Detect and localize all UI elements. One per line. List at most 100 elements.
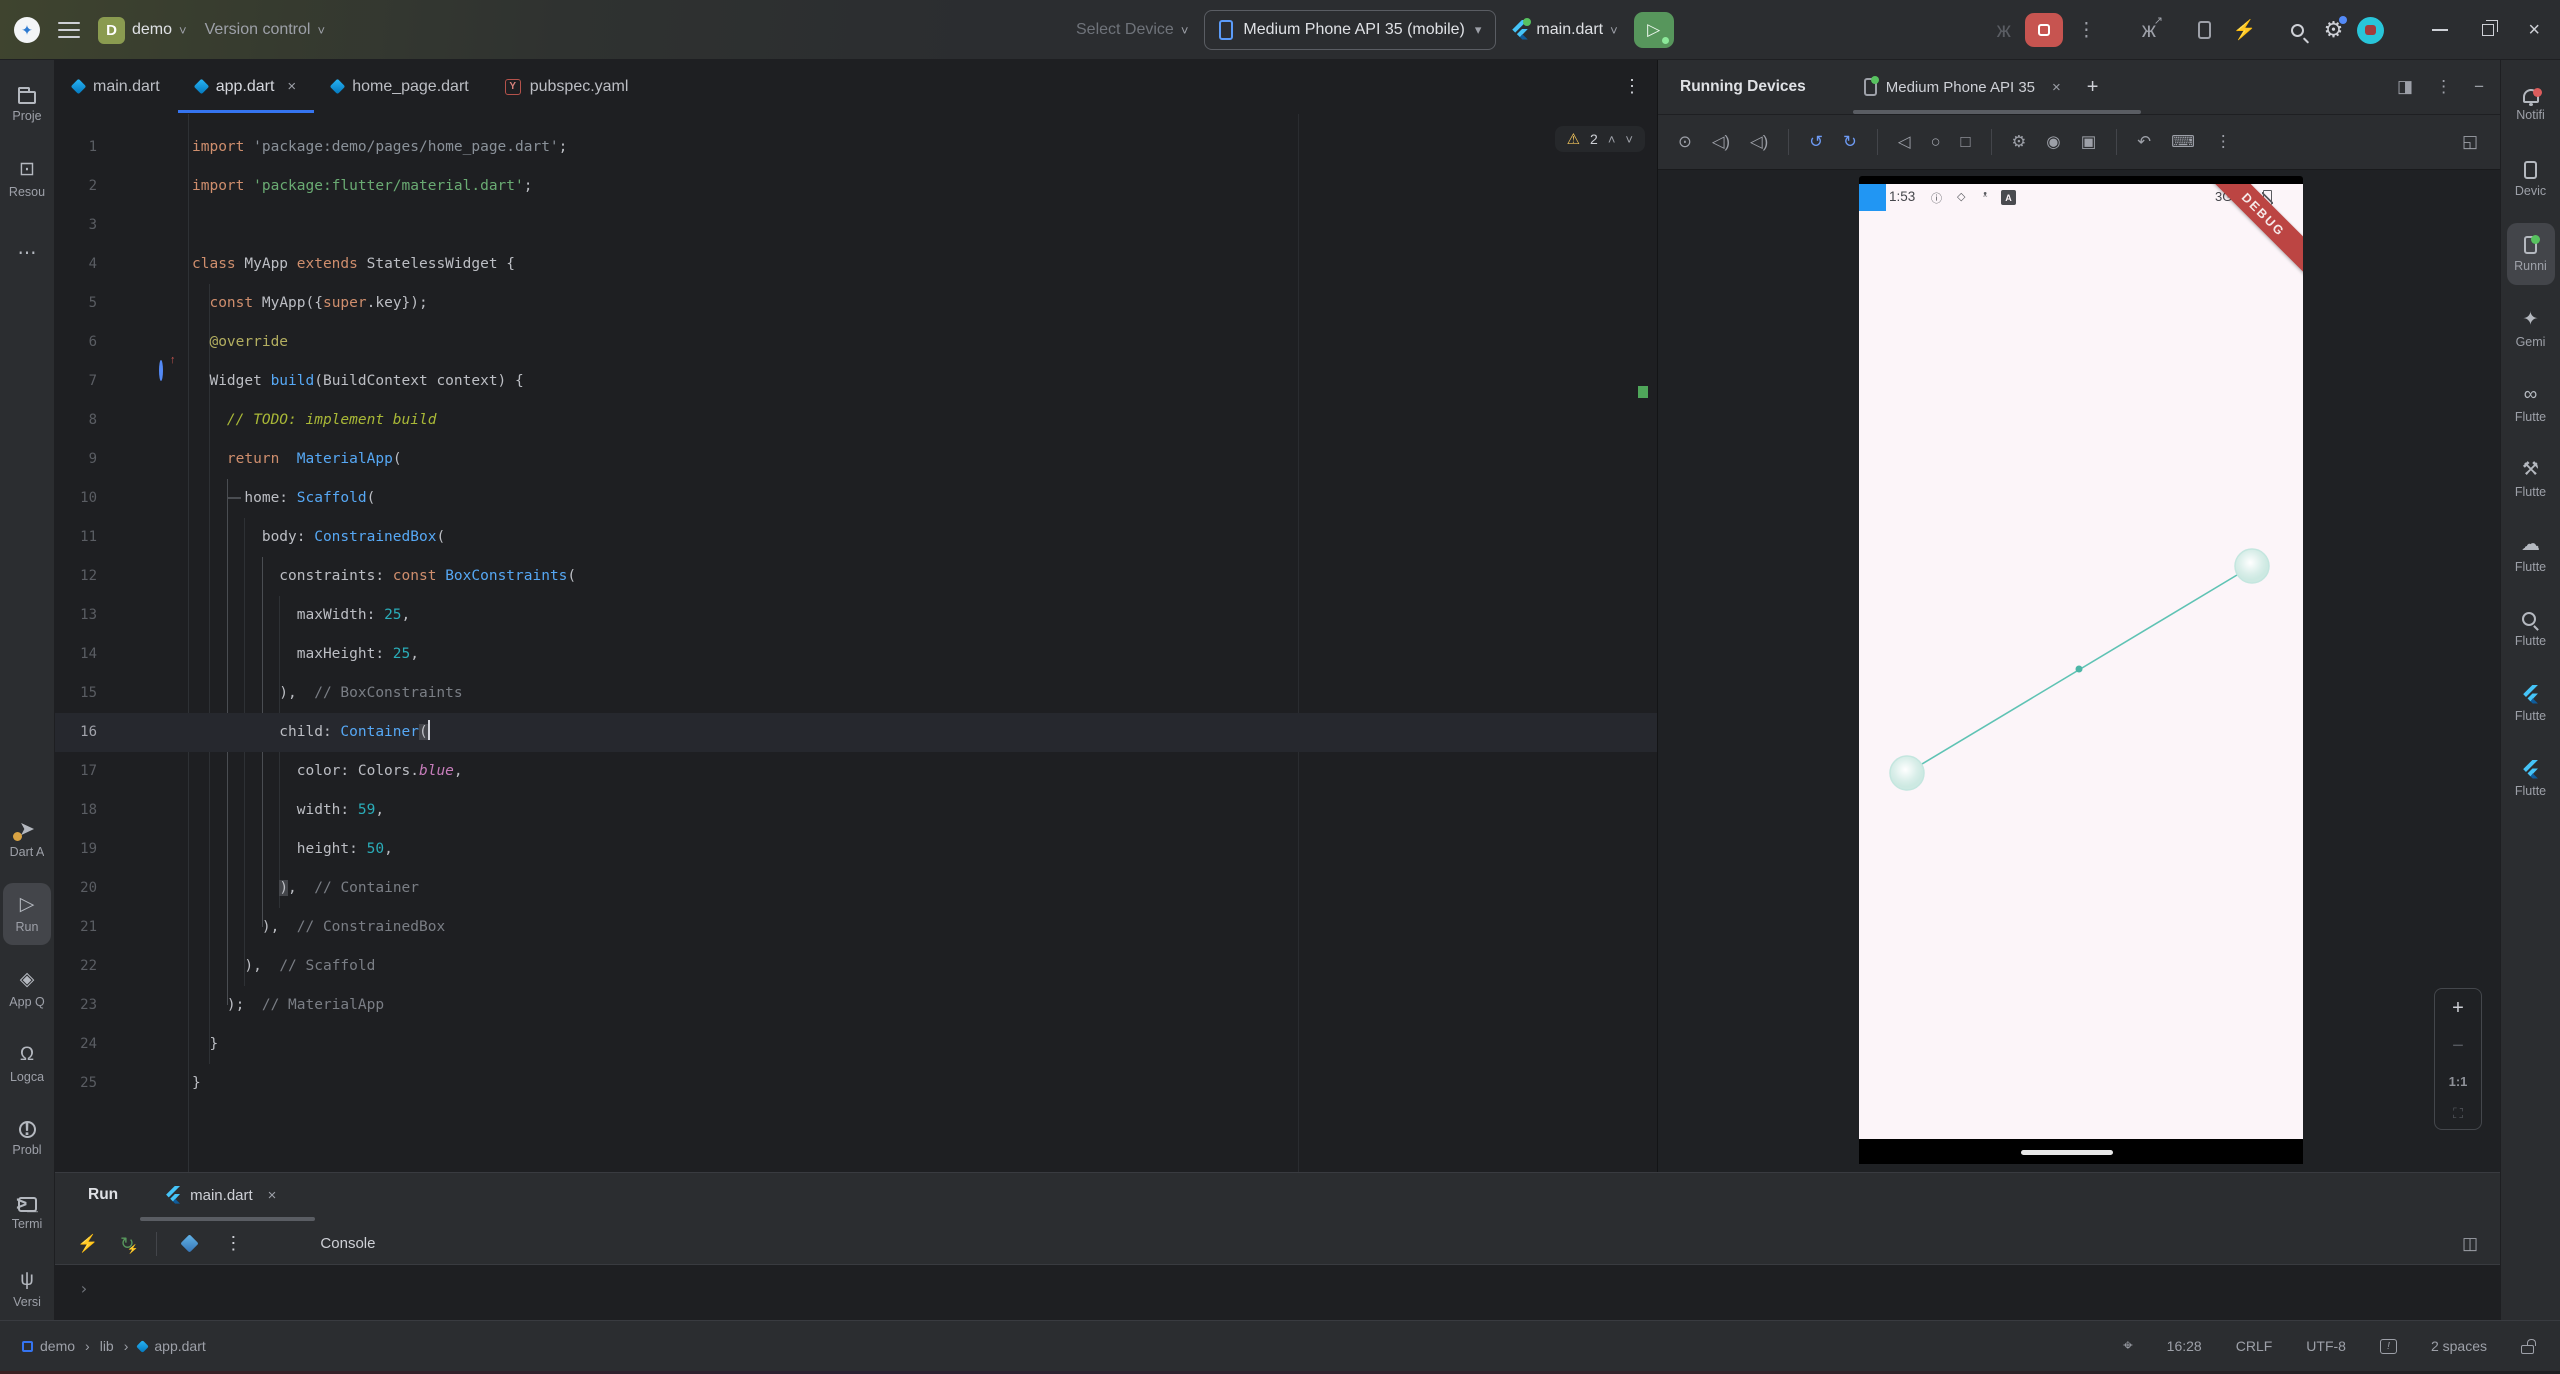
screen-record-icon[interactable]: ▣: [2081, 134, 2097, 151]
zoom-out-button[interactable]: −: [2452, 1036, 2464, 1056]
debug-button[interactable]: ж: [1997, 20, 2011, 41]
sidebar-item-app-quality[interactable]: ◈ App Q: [3, 958, 51, 1020]
sidebar-item-version-control[interactable]: ψ Versi: [3, 1258, 51, 1320]
sidebar-item-flutter-performance[interactable]: ∞ Flutte: [2507, 373, 2555, 435]
code-line[interactable]: 25}: [55, 1064, 1657, 1103]
emulator-screen[interactable]: 1:53 A 3G ⓘ ◇ ᵜ DEBUG: [1859, 184, 2303, 1139]
indent-style[interactable]: 2 spaces: [2431, 1338, 2487, 1354]
device-settings-icon[interactable]: ⚙: [2012, 134, 2027, 151]
tab-list-icon[interactable]: ⋮: [1607, 76, 1657, 97]
select-device-dropdown[interactable]: Select Device ˅: [1076, 21, 1188, 39]
code-line[interactable]: 13 maxWidth: 25,: [55, 596, 1657, 635]
sidebar-item-more[interactable]: ⋯: [3, 223, 51, 285]
override-icon[interactable]: [159, 360, 163, 381]
sidebar-item-notifications[interactable]: Notifi: [2507, 73, 2555, 135]
hot-reload-icon[interactable]: ⚡: [2233, 21, 2257, 40]
code-line[interactable]: 7 Widget build(BuildContext context) {: [55, 360, 1657, 401]
sidebar-item-flutter-inspector[interactable]: Flutte: [2507, 598, 2555, 660]
device-mirror-icon[interactable]: [2197, 21, 2211, 39]
code-line[interactable]: 17 color: Colors.blue,: [55, 752, 1657, 791]
sidebar-item-problems[interactable]: ! Probl: [3, 1108, 51, 1170]
console-label[interactable]: Console: [320, 1235, 375, 1252]
code-line[interactable]: 6 @override: [55, 323, 1657, 362]
volume-down-icon[interactable]: ◁): [1750, 134, 1768, 151]
device-selector[interactable]: Medium Phone API 35 (mobile) ▾: [1204, 10, 1497, 50]
project-widget[interactable]: D demo ˅: [98, 16, 187, 44]
code-line[interactable]: 15 ), // BoxConstraints: [55, 674, 1657, 713]
more-icon[interactable]: ⋮: [2435, 77, 2452, 97]
user-avatar[interactable]: [2357, 16, 2385, 44]
code-line[interactable]: 21 ), // ConstrainedBox: [55, 908, 1657, 947]
code-line[interactable]: 23 ); // MaterialApp: [55, 986, 1657, 1025]
sidebar-item-flutter-outline[interactable]: Flutte: [2507, 673, 2555, 735]
code-line[interactable]: 24 }: [55, 1025, 1657, 1064]
window-minimize-button[interactable]: [2422, 0, 2458, 60]
window-close-button[interactable]: ×: [2518, 0, 2550, 60]
sidebar-item-project[interactable]: Proje: [3, 73, 51, 135]
sidebar-item-flutter-property-editor[interactable]: Flutte: [2507, 748, 2555, 810]
rotate-right-icon[interactable]: ↻: [1843, 134, 1857, 151]
volume-up-icon[interactable]: ◁): [1712, 134, 1730, 151]
code-line[interactable]: 18 width: 59,: [55, 791, 1657, 830]
sidebar-item-run[interactable]: ▷ Run: [3, 883, 51, 945]
code-line[interactable]: 8 // TODO: implement build: [55, 401, 1657, 440]
home-icon[interactable]: ○: [1931, 134, 1941, 151]
code-line[interactable]: 20 ), // Container: [55, 869, 1657, 908]
device-tab[interactable]: Medium Phone API 35 ×: [1863, 60, 2061, 114]
sidebar-item-dart-analysis[interactable]: ➤ Dart A: [3, 808, 51, 870]
code-line[interactable]: 1 import 'package:demo/pages/home_page.da…: [55, 128, 1657, 167]
code-line[interactable]: 4 class MyApp extends StatelessWidget {: [55, 245, 1657, 284]
breadcrumb-file[interactable]: app.dart: [136, 1338, 206, 1354]
sidebar-item-device-manager[interactable]: Devic: [2507, 148, 2555, 210]
rotate-left-icon[interactable]: ↺: [1809, 134, 1823, 151]
back-icon[interactable]: ◁: [1898, 134, 1911, 151]
code-line[interactable]: 14 maxHeight: 25,: [55, 635, 1657, 674]
main-menu-icon[interactable]: [58, 22, 80, 38]
breadcrumb-folder[interactable]: lib: [100, 1338, 114, 1354]
prev-warning-icon[interactable]: ˄: [1608, 132, 1616, 147]
layout-icon[interactable]: ◨: [2397, 77, 2413, 97]
tab-home-page-dart[interactable]: home_page.dart: [314, 60, 487, 113]
search-everywhere-icon[interactable]: [2290, 23, 2304, 37]
tab-app-dart[interactable]: app.dart ×: [177, 60, 315, 113]
close-icon[interactable]: ×: [2052, 79, 2061, 96]
code-line[interactable]: 19 height: 50,: [55, 830, 1657, 869]
code-editor[interactable]: 1 import 'package:demo/pages/home_page.da…: [55, 114, 1657, 1172]
sidebar-item-logcat[interactable]: Ω Logca: [3, 1033, 51, 1095]
home-pill[interactable]: [2021, 1150, 2113, 1155]
zoom-in-button[interactable]: +: [2452, 998, 2464, 1018]
settings-gear-icon[interactable]: ⚙: [2324, 16, 2348, 41]
attach-debugger-icon[interactable]: ж ↗: [2142, 15, 2163, 41]
console-output[interactable]: ›: [55, 1265, 2500, 1321]
code-line[interactable]: 3: [55, 206, 1657, 245]
version-control-widget[interactable]: Version control ˅: [205, 21, 325, 39]
code-line[interactable]: 9 return MaterialApp(: [55, 440, 1657, 479]
code-line[interactable]: 5 const MyApp({super.key});: [55, 284, 1657, 323]
code-line[interactable]: 2 import 'package:flutter/material.dart';: [55, 167, 1657, 206]
run-button[interactable]: ▷: [1633, 12, 1674, 48]
file-encoding[interactable]: UTF-8: [2306, 1338, 2346, 1354]
keyboard-icon[interactable]: ⌨: [2171, 134, 2195, 151]
more-actions-icon[interactable]: ⋮: [2077, 21, 2096, 40]
overview-icon[interactable]: □: [1961, 134, 1971, 151]
ai-assistant-status-icon[interactable]: ⌖: [2123, 1336, 2133, 1356]
code-line[interactable]: 12 constraints: const BoxConstraints(: [55, 557, 1657, 596]
snapshots-icon[interactable]: ↶: [2137, 134, 2151, 151]
code-line[interactable]: 16 child: Container(: [55, 713, 1657, 752]
sidebar-item-running-devices[interactable]: Runni: [2506, 223, 2555, 285]
code-line[interactable]: 10 home: Scaffold(: [55, 479, 1657, 518]
layout-settings-icon[interactable]: ◫: [2462, 1234, 2478, 1254]
close-icon[interactable]: ×: [287, 78, 296, 95]
close-icon[interactable]: ×: [268, 1187, 277, 1204]
emulator-device[interactable]: 1:53 A 3G ⓘ ◇ ᵜ DEBUG: [1859, 176, 2303, 1164]
sidebar-item-flutter-tools[interactable]: ⚒ Flutte: [2507, 448, 2555, 510]
inspections-widget[interactable]: ⚠ 2 ˄ ˅: [1554, 126, 1645, 152]
code-line[interactable]: 11 body: ConstrainedBox(: [55, 518, 1657, 557]
stop-button[interactable]: [2024, 13, 2063, 47]
sidebar-item-resource-manager[interactable]: ⊡ Resou: [3, 148, 51, 210]
breadcrumb-project[interactable]: demo: [22, 1338, 75, 1354]
run-tab-main-dart[interactable]: main.dart ×: [166, 1186, 276, 1204]
hot-reload-icon[interactable]: ⚡: [77, 1235, 98, 1252]
hot-restart-icon[interactable]: ↻: [120, 1235, 139, 1254]
window-restore-button[interactable]: [2472, 0, 2504, 60]
